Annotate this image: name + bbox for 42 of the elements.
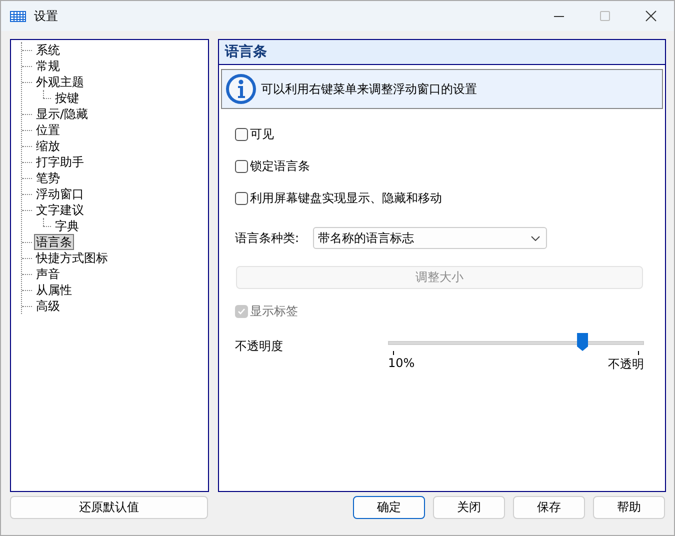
slider-label: 不透明度 xyxy=(235,338,284,355)
panel-title: 语言条 xyxy=(219,40,665,65)
info-icon xyxy=(225,73,257,105)
slider-min-label: 10% xyxy=(388,356,415,372)
dropdown[interactable]: 带名称的语言标志 xyxy=(313,227,548,249)
tree-item[interactable]: 按键 xyxy=(53,90,81,106)
slider-thumb[interactable] xyxy=(577,333,588,351)
tree-item[interactable]: 文字建议 xyxy=(34,202,86,218)
tree-item[interactable]: 外观主题 xyxy=(34,74,86,90)
checkbox-label: 利用屏幕键盘实现显示、隐藏和移动 xyxy=(250,190,442,206)
checkbox[interactable] xyxy=(235,192,248,204)
tree-item[interactable]: 常规 xyxy=(34,58,62,74)
tree-item[interactable]: 语言条 xyxy=(34,234,74,250)
checkbox-label: 锁定语言条 xyxy=(250,158,310,174)
checkbox-label: 显示标签 xyxy=(250,302,298,320)
field-label: 语言条种类: xyxy=(235,230,300,246)
tree-item[interactable]: 浮动窗口 xyxy=(34,186,86,202)
dialog-button[interactable]: 确定 xyxy=(353,496,425,519)
tree-item[interactable]: 打字助手 xyxy=(34,154,86,170)
keyboard-icon xyxy=(10,10,26,22)
tree-item[interactable]: 高级 xyxy=(34,298,62,314)
dialog-button[interactable]: 帮助 xyxy=(593,496,665,519)
restore-defaults-button[interactable]: 还原默认值 xyxy=(10,496,208,519)
tree-item[interactable]: 字典 xyxy=(53,218,81,234)
dialog-button[interactable]: 保存 xyxy=(513,496,585,519)
slider-max-label: 不透明 xyxy=(608,356,644,373)
chevron-icon xyxy=(531,236,540,240)
checkbox[interactable] xyxy=(235,160,248,172)
checkmark-icon xyxy=(237,306,246,316)
checkbox[interactable] xyxy=(235,128,248,140)
tree-item[interactable]: 位置 xyxy=(34,122,62,138)
tree-item[interactable]: 缩放 xyxy=(34,138,62,154)
dialog-button[interactable]: 关闭 xyxy=(433,496,505,519)
window-title: 设置 xyxy=(34,8,58,24)
tree-item[interactable]: 笔势 xyxy=(34,170,62,186)
info-text: 可以利用右键菜单来调整浮动窗口的设置 xyxy=(261,80,477,98)
checkbox-label: 可见 xyxy=(250,126,274,142)
tree-item[interactable]: 快捷方式图标 xyxy=(34,250,110,266)
tree-item[interactable]: 从属性 xyxy=(34,282,74,298)
tree-item[interactable]: 显示/隐藏 xyxy=(34,106,90,122)
tree-item[interactable]: 声音 xyxy=(34,266,62,282)
tree-item[interactable]: 系统 xyxy=(34,42,62,58)
